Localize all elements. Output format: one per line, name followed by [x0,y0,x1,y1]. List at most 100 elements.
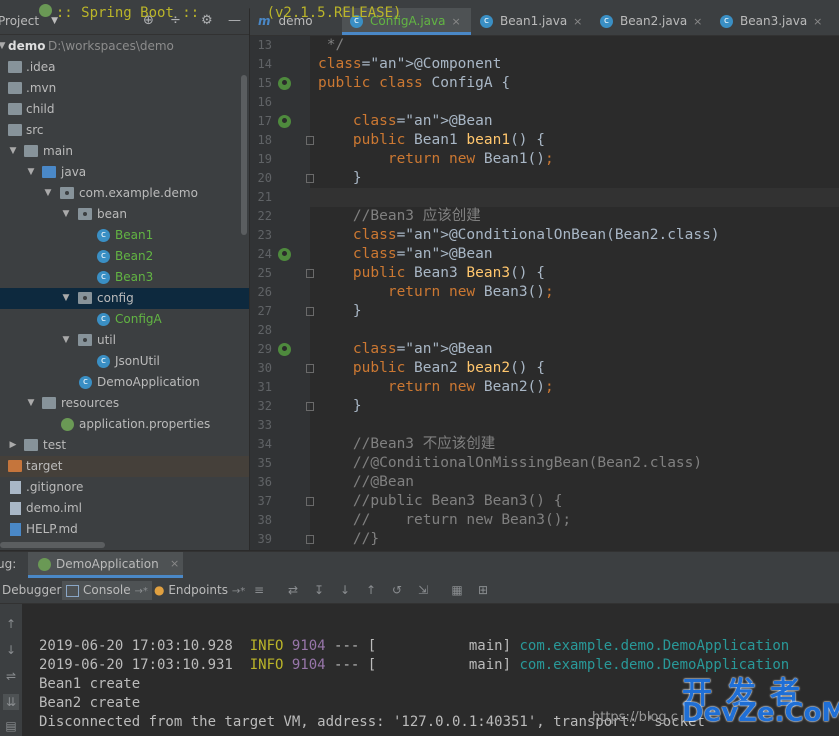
close-icon[interactable]: × [451,15,460,28]
expanded-arrow-icon[interactable]: ▼ [61,288,71,309]
code-line[interactable]: //} [318,530,379,549]
tab-bean2[interactable]: c Bean2.java × [592,8,712,35]
project-panel-title[interactable]: Project [0,14,39,28]
code-line[interactable]: } [318,302,362,321]
bean-gutter-icon[interactable] [278,77,291,90]
editor-scrollbar[interactable] [832,36,839,550]
show-execution-point-icon[interactable]: ⇄ [286,583,300,597]
tree-item-package[interactable]: ▼ com.example.demo [0,183,249,204]
code-line[interactable]: public Bean1 bean1() { [318,131,545,150]
print-icon[interactable]: ▤ [3,718,19,734]
close-icon[interactable]: × [573,15,582,28]
tree-item-configa[interactable]: c ConfigA [0,309,249,330]
fold-icon[interactable] [306,136,314,145]
tree-item-bean[interactable]: ▼ bean [0,204,249,225]
code-line[interactable]: //public Bean3 Bean3() { [318,492,563,511]
tree-item-demoapplication[interactable]: c DemoApplication [0,372,249,393]
tree-item-src[interactable]: src [0,120,249,141]
expanded-arrow-icon[interactable]: ▼ [61,330,71,351]
tree-item-help[interactable]: HELP.md [0,519,249,540]
tree-item-main[interactable]: ▼ main [0,141,249,162]
menu-icon[interactable]: ≡ [252,583,266,597]
tree-horizontal-scrollbar[interactable] [0,542,105,548]
tree-scrollbar[interactable] [241,75,247,235]
collapsed-arrow-icon[interactable]: ▶ [8,435,18,456]
fold-icon[interactable] [306,497,314,506]
bean-gutter-icon[interactable] [278,343,291,356]
tree-item-gitignore[interactable]: .gitignore [0,477,249,498]
tree-item-java[interactable]: ▼ java [0,162,249,183]
code-line[interactable]: //@Bean [318,473,414,492]
step-into-icon[interactable]: ↓ [338,583,352,597]
code-line[interactable]: class="an">@Component [318,55,501,74]
tab-bean3[interactable]: c Bean3.java × [712,8,839,35]
scroll-down-icon[interactable]: ↓ [3,642,19,658]
close-icon[interactable]: × [693,15,702,28]
code-line[interactable]: return new Bean3(); [318,283,554,302]
expanded-arrow-icon[interactable]: ▼ [8,141,18,162]
debug-session-tab[interactable]: DemoApplication × [28,552,183,578]
run-to-cursor-icon[interactable]: ⇲ [416,583,430,597]
tree-item-properties[interactable]: application.properties [0,414,249,435]
expanded-arrow-icon[interactable]: ▼ [61,204,71,225]
scroll-up-icon[interactable]: ↑ [3,616,19,632]
tree-item-util[interactable]: ▼ util [0,330,249,351]
fold-icon[interactable] [306,174,314,183]
bean-gutter-icon[interactable] [278,248,291,261]
tree-item-bean2[interactable]: c Bean2 [0,246,249,267]
code-line[interactable]: //Bean3 应该创建 [318,207,481,226]
tree-item-iml[interactable]: demo.iml [0,498,249,519]
trace-icon[interactable]: ⊞ [476,583,490,597]
step-out-icon[interactable]: ↑ [364,583,378,597]
step-over-icon[interactable]: ↧ [312,583,326,597]
fold-icon[interactable] [306,364,314,373]
tree-item-bean3[interactable]: c Bean3 [0,267,249,288]
close-icon[interactable]: × [170,557,179,570]
code-line[interactable]: // return new Bean3(); [318,511,571,530]
expanded-arrow-icon[interactable]: ▼ [26,162,36,183]
code-line[interactable]: class="an">@Bean [318,245,493,264]
tab-endpoints[interactable]: ● Endpoints →* [154,581,245,600]
code-line[interactable]: class="an">@ConditionalOnBean(Bean2.clas… [318,226,720,245]
code-line[interactable]: public class ConfigA { [318,74,510,93]
tab-label: Bean3.java [740,14,808,28]
code-line[interactable]: } [318,169,362,188]
scroll-to-end-icon[interactable]: ⇊ [3,694,19,710]
tree-item-child[interactable]: child [0,99,249,120]
expanded-arrow-icon[interactable]: ▼ [43,183,53,204]
tree-item-demo[interactable]: ▼ demo D:\workspaces\demo [0,36,249,57]
code-line[interactable]: public Bean3 Bean3() { [318,264,545,283]
bean-gutter-icon[interactable] [278,115,291,128]
line-number: 23 [257,228,272,242]
tree-item-target[interactable]: target [0,456,249,477]
tree-item-idea[interactable]: .idea [0,57,249,78]
tab-console[interactable]: Console →* [62,581,152,600]
tab-bean1[interactable]: c Bean1.java × [472,8,592,35]
fold-icon[interactable] [306,307,314,316]
evaluate-icon[interactable]: ▦ [450,583,464,597]
code-line[interactable]: return new Bean1(); [318,150,554,169]
drop-frame-icon[interactable]: ↺ [390,583,404,597]
code-line[interactable]: //@ConditionalOnMissingBean(Bean2.class) [318,454,702,473]
tree-item-config[interactable]: ▼ config [0,288,249,309]
tree-item-mvn[interactable]: .mvn [0,78,249,99]
soft-wrap-icon[interactable]: ⇌ [3,668,19,684]
code-line[interactable]: } [318,397,362,416]
tree-item-test[interactable]: ▶ test [0,435,249,456]
close-icon[interactable]: × [813,15,822,28]
code-line[interactable]: class="an">@Bean [318,340,493,359]
code-line[interactable]: //Bean3 不应该创建 [318,435,495,454]
tree-item-jsonutil[interactable]: c JsonUtil [0,351,249,372]
expanded-arrow-icon[interactable]: ▼ [0,36,7,57]
fold-icon[interactable] [306,269,314,278]
tree-item-bean1[interactable]: c Bean1 [0,225,249,246]
tab-debugger[interactable]: Debugger [2,581,61,600]
fold-icon[interactable] [306,402,314,411]
code-line[interactable]: */ [318,36,344,55]
fold-icon[interactable] [306,535,314,544]
code-line[interactable]: return new Bean2(); [318,378,554,397]
tree-item-resources[interactable]: ▼ resources [0,393,249,414]
code-line[interactable]: class="an">@Bean [318,112,493,131]
code-line[interactable]: public Bean2 bean2() { [318,359,545,378]
expanded-arrow-icon[interactable]: ▼ [26,393,36,414]
